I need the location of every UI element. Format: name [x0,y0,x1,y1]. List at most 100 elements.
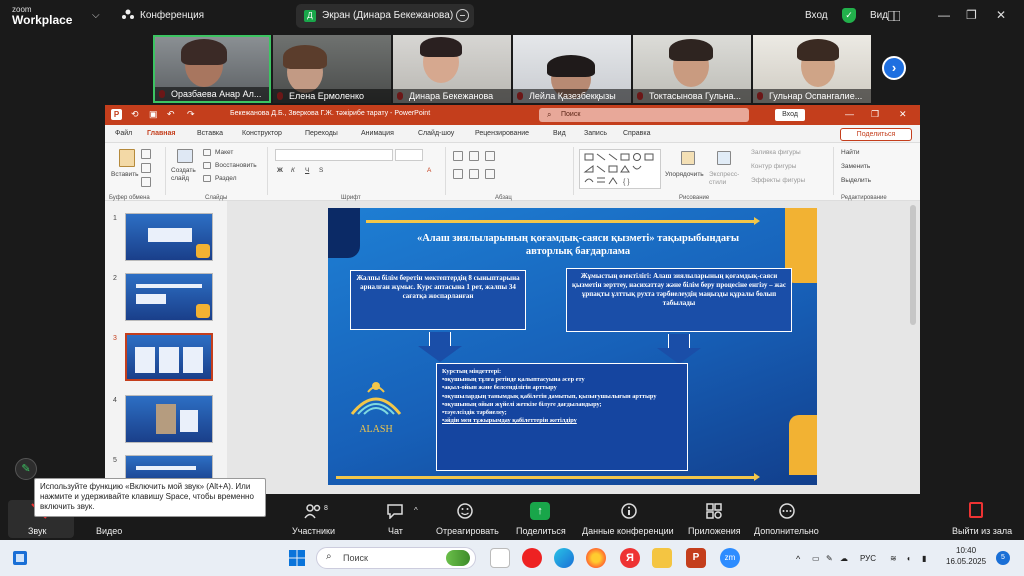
layout-button[interactable]: Макет [215,149,233,156]
pen-icon[interactable]: ✎ [15,458,37,480]
wifi-icon[interactable]: ≋ [890,554,897,563]
edge-icon[interactable] [554,548,574,568]
meeting-info-button[interactable]: Конференция [140,10,204,21]
login-button[interactable]: Вход [805,10,828,21]
align-center-icon[interactable] [469,169,479,179]
windows-start-icon[interactable] [288,549,306,567]
paste-icon[interactable] [119,149,135,167]
close-icon[interactable]: ✕ [996,8,1006,22]
display-icon[interactable]: ▭ [812,554,820,563]
slide-thumbnail[interactable] [125,395,213,443]
leave-icon[interactable] [969,502,983,518]
tab-record[interactable]: Запись [584,130,607,137]
tab-home[interactable]: Главная [147,130,175,137]
tab-review[interactable]: Рецензирование [475,130,529,137]
yandex-icon[interactable]: Я [620,548,640,568]
align-right-icon[interactable] [485,169,495,179]
font-color-icon[interactable]: A [427,167,431,174]
font-name-select[interactable] [275,149,393,161]
meeting-info-button[interactable]: Данные конференции [582,526,674,536]
info-icon[interactable] [620,503,638,519]
participant-tile[interactable]: Токтасынова Гульна... [633,35,751,103]
close-icon[interactable]: ✕ [899,109,907,120]
volume-icon[interactable]: ◖ [906,554,911,563]
participant-tile[interactable]: Гульнар Оспангалие... [753,35,871,103]
restore-icon[interactable]: ❐ [871,109,879,120]
section-button[interactable]: Раздел [215,175,236,182]
reset-button[interactable]: Восстановить [215,162,257,169]
share-button[interactable]: Поделиться [516,526,566,536]
opera-icon[interactable] [522,548,542,568]
slide-thumbnail-selected[interactable] [125,333,213,381]
underline-icon[interactable]: Ч [305,167,309,174]
cloud-icon[interactable]: ☁ [840,554,848,563]
autosave-icon[interactable]: ⟲ [131,109,139,120]
react-button[interactable]: Отреагировать [436,526,499,536]
slide-thumbnail[interactable] [125,213,213,261]
view-button[interactable]: Вид [870,10,888,21]
clock[interactable]: 10:40 16.05.2025 [946,545,986,567]
weather-icon[interactable] [446,550,470,566]
shape-outline-button[interactable]: Контур фигуры [751,163,796,170]
share-button[interactable]: Поделиться [840,128,912,141]
share-screen-icon[interactable]: ↑ [530,502,550,520]
new-slide-button[interactable]: Создать слайд [171,167,201,183]
signin-button[interactable]: Вход [775,109,805,121]
vertical-scrollbar[interactable] [910,205,916,325]
reaction-icon[interactable] [456,503,474,519]
notification-badge[interactable]: 5 [996,551,1010,565]
chevron-up-icon[interactable]: ^ [414,506,418,515]
arrange-icon[interactable] [681,151,695,165]
redo-icon[interactable]: ↷ [187,109,195,120]
new-slide-icon[interactable] [177,149,193,163]
italic-icon[interactable]: К [291,167,295,174]
more-icon[interactable] [778,503,796,519]
participant-tile[interactable]: Елена Ермоленко [273,35,391,103]
minus-circle-icon[interactable] [456,9,469,22]
tab-transitions[interactable]: Переходы [305,130,338,137]
arrange-button[interactable]: Упорядочить [665,171,704,178]
copy-icon[interactable] [141,163,151,173]
taskview-icon[interactable] [490,548,510,568]
search-input[interactable]: Поиск [539,108,749,122]
apps-icon[interactable] [705,503,723,519]
tab-design[interactable]: Конструктор [242,130,282,137]
chevron-up-icon[interactable]: ^ [796,554,800,564]
bullets-icon[interactable] [453,151,463,161]
align-left-icon[interactable] [453,169,463,179]
widgets-icon[interactable] [12,550,28,566]
more-button[interactable]: Дополнительно [754,526,819,536]
strike-icon[interactable]: S [319,167,323,174]
view-grid-icon[interactable] [888,11,900,21]
language-indicator[interactable]: РУС [860,554,876,563]
cut-icon[interactable] [141,149,151,159]
font-size-select[interactable] [395,149,423,161]
quick-styles-button[interactable]: Экспресс-стили [709,171,743,187]
format-painter-icon[interactable] [141,177,151,187]
minimize-icon[interactable]: — [845,109,854,119]
paste-button[interactable]: Вставить [111,171,139,178]
zoom-taskbar-icon[interactable]: zm [720,548,740,568]
audio-button[interactable]: Звук [28,526,46,536]
participant-tile[interactable]: Динара Бекежанова [393,35,511,103]
tab-insert[interactable]: Вставка [197,130,223,137]
indent-icon[interactable] [485,151,495,161]
battery-icon[interactable]: ▮ [922,554,926,563]
numbering-icon[interactable] [469,151,479,161]
tab-slideshow[interactable]: Слайд-шоу [418,130,454,137]
save-icon[interactable]: ▣ [149,109,158,120]
firefox-icon[interactable] [586,548,606,568]
find-button[interactable]: Найти [841,149,860,156]
participants-icon[interactable] [304,503,322,519]
video-button[interactable]: Видео [96,526,122,536]
undo-icon[interactable]: ↶ [167,109,175,120]
apps-button[interactable]: Приложения [688,526,741,536]
replace-button[interactable]: Заменить [841,163,870,170]
shield-check-icon[interactable]: ✓ [842,8,856,23]
powerpoint-taskbar-icon[interactable]: P [686,548,706,568]
tab-view[interactable]: Вид [553,130,566,137]
select-button[interactable]: Выделить [841,177,871,184]
quick-styles-icon[interactable] [717,151,731,165]
next-page-icon[interactable]: › [882,56,906,80]
minimize-icon[interactable]: — [938,8,950,22]
